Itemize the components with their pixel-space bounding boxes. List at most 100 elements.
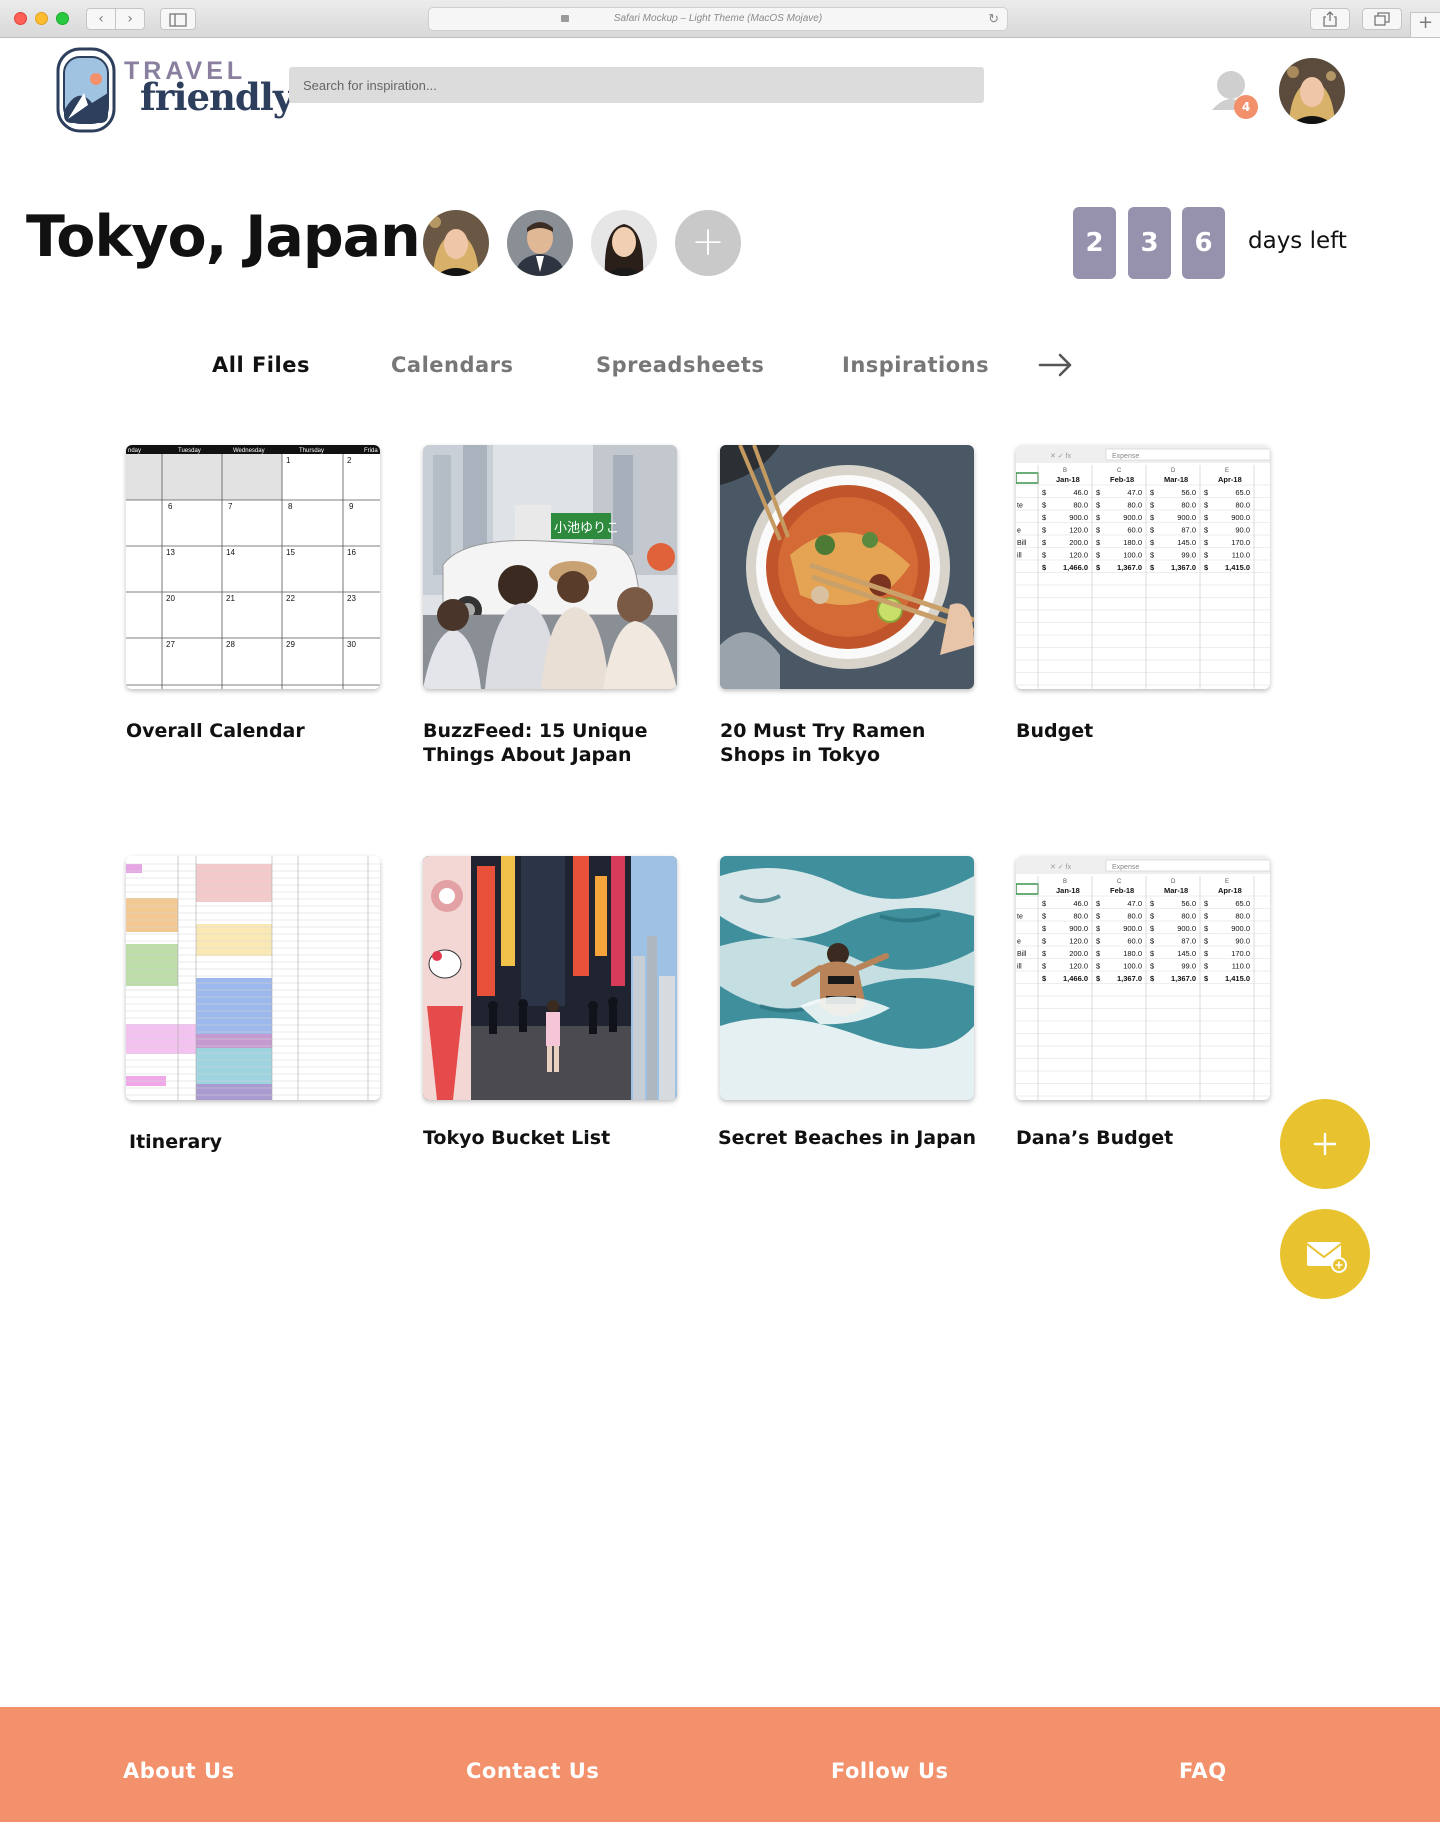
new-tab-button[interactable]: + — [1410, 12, 1440, 38]
footer-link-follow[interactable]: Follow Us — [831, 1759, 949, 1783]
calendar-date: 14 — [226, 548, 235, 557]
file-card-itinerary[interactable] — [126, 856, 380, 1100]
cell-value: 120.0 — [1069, 551, 1088, 560]
search-input[interactable] — [289, 67, 984, 103]
cell-value: 47.0 — [1127, 899, 1142, 908]
file-card-budget[interactable]: Expense ✕ ✓ fx B C D E Jan-18 Feb-18 Mar-18 Apr… — [1016, 445, 1270, 689]
footer-link-faq[interactable]: FAQ — [1179, 1759, 1227, 1783]
cell-value: 87.0 — [1181, 526, 1196, 535]
footer-link-about[interactable]: About Us — [123, 1759, 235, 1783]
tab-inspirations[interactable]: Inspirations — [842, 353, 989, 377]
add-file-button[interactable] — [1280, 1099, 1370, 1189]
cell-value: 900.0 — [1231, 513, 1250, 522]
file-card-title[interactable]: BuzzFeed: 15 Unique Things About Japan — [423, 719, 693, 767]
month-header: Feb-18 — [1110, 886, 1134, 895]
file-card-title[interactable]: Dana’s Budget — [1016, 1126, 1286, 1150]
address-bar[interactable]: Safari Mockup – Light Theme (MacOS Mojav… — [428, 7, 1008, 31]
tab-calendars[interactable]: Calendars — [391, 353, 514, 377]
tab-all-files[interactable]: All Files — [212, 353, 310, 377]
show-tabs-button[interactable] — [1362, 8, 1402, 30]
cell-value: 1,367.0 — [1171, 974, 1196, 983]
cell-value: 1,367.0 — [1117, 974, 1142, 983]
calendar-weekday: nday — [128, 448, 141, 454]
invite-button[interactable] — [1280, 1209, 1370, 1299]
member-avatar[interactable] — [507, 210, 573, 276]
file-card-secret-beaches[interactable] — [720, 856, 974, 1100]
back-button[interactable]: ‹ — [86, 8, 116, 30]
sidebar-toggle-button[interactable] — [160, 8, 196, 30]
calendar-date: 2 — [347, 456, 352, 465]
calendar-date: 9 — [349, 502, 354, 511]
tab-spreadsheets[interactable]: Spreadsheets — [596, 353, 764, 377]
cell-value: 60.0 — [1127, 937, 1142, 946]
countdown-label: days left — [1248, 228, 1347, 254]
footer-link-contact[interactable]: Contact Us — [466, 1759, 599, 1783]
file-card-overall-calendar[interactable]: nday Tuesday Wednesday Thursday Frida 1 … — [126, 445, 380, 689]
cell-value: 200.0 — [1069, 949, 1088, 958]
calendar-date: 20 — [166, 594, 175, 603]
add-member-button[interactable]: + — [675, 210, 741, 276]
file-card-tokyo-bucket-list[interactable] — [423, 856, 677, 1100]
row-label: ill — [1017, 553, 1022, 560]
calendar-date: 7 — [228, 502, 233, 511]
calendar-thumbnail: nday Tuesday Wednesday Thursday Frida 1 … — [126, 445, 380, 689]
maximize-window-button[interactable] — [56, 12, 69, 25]
month-header: Apr-18 — [1218, 886, 1242, 895]
chevron-left-icon: ‹ — [98, 11, 104, 27]
user-avatar[interactable] — [1279, 58, 1345, 124]
file-card-title[interactable]: Tokyo Bucket List — [423, 1126, 693, 1150]
cell-value: 110.0 — [1232, 962, 1250, 971]
logo[interactable]: TRAVEL friendly — [54, 45, 294, 135]
month-header: Feb-18 — [1110, 475, 1134, 484]
reload-icon[interactable]: ↻ — [988, 8, 999, 30]
street-sign-text: 小池ゆりこ — [554, 521, 619, 536]
calendar-date: 28 — [226, 640, 235, 649]
column-letter: C — [1117, 468, 1122, 474]
cell-value: 80.0 — [1181, 912, 1196, 921]
cell-value: 900.0 — [1123, 924, 1142, 933]
file-card-ramen[interactable] — [720, 445, 974, 689]
file-card-title[interactable]: Budget — [1016, 719, 1286, 743]
calendar-date: 8 — [288, 502, 293, 511]
logo-text-friendly: friendly — [140, 75, 294, 119]
cell-value: 99.0 — [1181, 551, 1196, 560]
file-card-title[interactable]: Secret Beaches in Japan — [718, 1126, 988, 1150]
calendar-date: 29 — [286, 640, 295, 649]
member-avatar[interactable] — [423, 210, 489, 276]
formula-bar-icons: ✕ ✓ fx — [1050, 453, 1072, 460]
cell-value: 1,415.0 — [1225, 563, 1250, 572]
row-label: ill — [1017, 964, 1022, 971]
forward-button[interactable]: › — [115, 8, 145, 30]
cell-value: 65.0 — [1235, 488, 1250, 497]
countdown-digit: 6 — [1182, 207, 1225, 279]
file-card-danas-budget[interactable]: Expense ✕ ✓ fx B C D E Jan-18 Feb-18 Mar-18 Apr… — [1016, 856, 1270, 1100]
cell-value: 80.0 — [1073, 501, 1088, 510]
cell-value: 100.0 — [1123, 962, 1142, 971]
tabs-icon — [1374, 12, 1390, 26]
calendar-date: 21 — [226, 594, 235, 603]
tokyo-collage-photo — [423, 856, 677, 1100]
cell-value: 1,367.0 — [1117, 563, 1142, 572]
budget-spreadsheet-thumbnail: Expense ✕ ✓ fx B C D E Jan-18 Feb-18 Mar-18 Apr… — [1016, 445, 1270, 689]
close-window-button[interactable] — [14, 12, 27, 25]
row-label: te — [1017, 914, 1023, 921]
calendar-date: 1 — [286, 456, 291, 465]
formula-bar-icons: ✕ ✓ fx — [1050, 864, 1072, 871]
month-header: Mar-18 — [1164, 886, 1188, 895]
logo-window-icon — [56, 47, 116, 133]
file-card-buzzfeed[interactable]: 小池ゆりこ — [423, 445, 677, 689]
cell-value: 900.0 — [1231, 924, 1250, 933]
share-button[interactable] — [1310, 8, 1350, 30]
tabs-next-button[interactable] — [1038, 348, 1074, 382]
notification-badge: 4 — [1234, 95, 1258, 119]
cell-value: 80.0 — [1235, 912, 1250, 921]
member-avatar[interactable] — [591, 210, 657, 276]
file-card-title[interactable]: Overall Calendar — [126, 719, 396, 743]
minimize-window-button[interactable] — [35, 12, 48, 25]
cell-value: 900.0 — [1069, 924, 1088, 933]
file-card-title[interactable]: Itinerary — [129, 1130, 399, 1154]
cell-value: 80.0 — [1235, 501, 1250, 510]
cell-value: 87.0 — [1181, 937, 1196, 946]
file-card-title[interactable]: 20 Must Try Ramen Shops in Tokyo — [720, 719, 990, 767]
row-label: te — [1017, 503, 1023, 510]
